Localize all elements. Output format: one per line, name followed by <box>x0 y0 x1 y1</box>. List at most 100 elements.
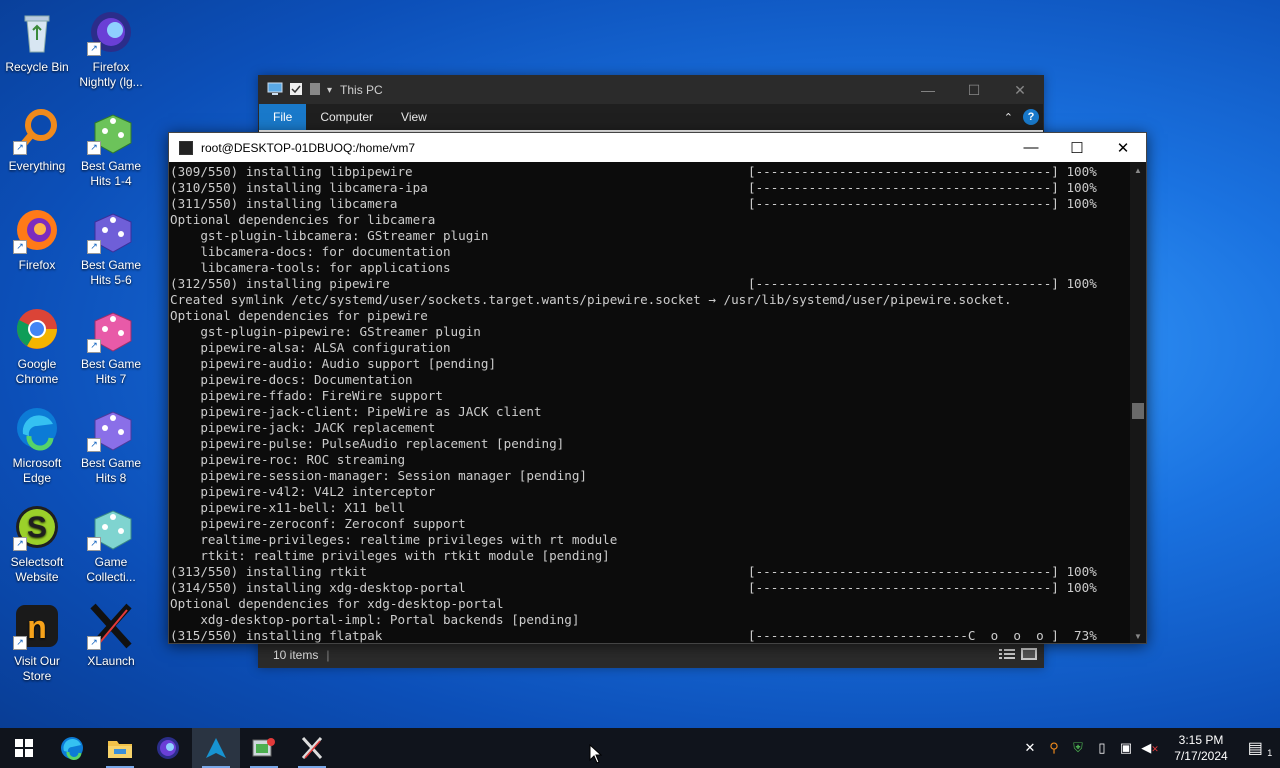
terminal-titlebar[interactable]: root@DESKTOP-01DBUOQ:/home/vm7 — ☐ ✕ <box>169 133 1146 162</box>
this-pc-icon <box>267 82 283 99</box>
firefox-nightly-icon: ↗ <box>87 8 135 56</box>
usb-device-icon[interactable]: ▯ <box>1090 740 1114 756</box>
progress-bar: [----------------------------C o o o ] 7… <box>748 628 1097 643</box>
desktop-icon-google-chrome[interactable]: Google Chrome <box>0 305 74 387</box>
scrollbar-thumb[interactable] <box>1132 403 1144 419</box>
desktop-icon-best-game-hits-8[interactable]: ↗ Best Game Hits 8 <box>74 404 148 486</box>
terminal-title: root@DESKTOP-01DBUOQ:/home/vm7 <box>201 140 416 155</box>
explorer-titlebar[interactable]: ▾ This PC — ☐ ✕ <box>259 76 1043 104</box>
terminal-line: realtime-privileges: realtime privileges… <box>170 532 1130 548</box>
taskbar-xlaunch[interactable] <box>288 728 336 768</box>
taskbar-terminal[interactable] <box>192 728 240 768</box>
everything-search-icon: ↗ <box>13 107 61 155</box>
network-icon[interactable]: ▣ <box>1114 740 1138 756</box>
desktop-icon-firefox-nightly[interactable]: ↗ Firefox Nightly (lg... <box>74 8 148 90</box>
terminal-line-text: libcamera-tools: for applications <box>170 260 451 275</box>
desktop-icon-visit-our-store[interactable]: n ↗ Visit Our Store <box>0 602 74 684</box>
terminal-line-text: (314/550) installing xdg-desktop-portal <box>170 580 466 595</box>
notification-center-button[interactable]: ▤ 1 <box>1240 738 1280 758</box>
everything-tray-icon[interactable]: ⚲ <box>1042 740 1066 756</box>
terminal-line: libcamera-docs: for documentation <box>170 244 1130 260</box>
system-tray: ✕ ⚲ ⛨ ▯ ▣ ◀✕ 3:15 PM 7/17/2024 ▤ 1 <box>1018 728 1280 768</box>
terminal-line: (312/550) installing pipewire [----------… <box>170 276 1130 292</box>
security-shield-icon[interactable]: ⛨ <box>1066 740 1090 756</box>
desktop-icon-microsoft-edge[interactable]: Microsoft Edge <box>0 404 74 486</box>
game-dice-icon: ↗ <box>87 206 135 254</box>
terminal-line-text: gst-plugin-libcamera: GStreamer plugin <box>170 228 489 243</box>
terminal-line: xdg-desktop-portal-impl: Portal backends… <box>170 612 1130 628</box>
taskbar-file-explorer[interactable] <box>96 728 144 768</box>
taskbar-edge[interactable] <box>48 728 96 768</box>
terminal-line: rtkit: realtime privileges with rtkit mo… <box>170 548 1130 564</box>
terminal-line: pipewire-roc: ROC streaming <box>170 452 1130 468</box>
terminal-line: (315/550) installing flatpak [-----------… <box>170 628 1130 643</box>
terminal-line-text: pipewire-pulse: PulseAudio replacement [… <box>170 436 565 451</box>
terminal-close-button[interactable]: ✕ <box>1100 139 1146 157</box>
explorer-title: This PC <box>340 83 383 97</box>
start-button[interactable] <box>0 728 48 768</box>
svg-text:S: S <box>27 511 47 544</box>
scroll-down-icon[interactable]: ▼ <box>1130 632 1146 641</box>
desktop-icon-game-collection[interactable]: ↗ Game Collecti... <box>74 503 148 585</box>
details-view-icon[interactable] <box>999 648 1015 663</box>
explorer-close-button[interactable]: ✕ <box>997 82 1043 99</box>
terminal-line-text: pipewire-zeroconf: Zeroconf support <box>170 516 466 531</box>
terminal-line: pipewire-pulse: PulseAudio replacement [… <box>170 436 1130 452</box>
desktop-icon-best-game-hits-1-4[interactable]: ↗ Best Game Hits 1-4 <box>74 107 148 189</box>
help-icon[interactable]: ? <box>1023 109 1039 125</box>
terminal-line: Optional dependencies for pipewire <box>170 308 1130 324</box>
xlaunch-tray-icon[interactable]: ✕ <box>1018 740 1042 756</box>
desktop-icon-firefox[interactable]: ↗ Firefox <box>0 206 74 273</box>
desktop-icon-best-game-hits-5-6[interactable]: ↗ Best Game Hits 5-6 <box>74 206 148 288</box>
terminal-line: pipewire-x11-bell: X11 bell <box>170 500 1130 516</box>
desktop-icon-xlaunch[interactable]: ↗ XLaunch <box>74 602 148 669</box>
taskbar-firefox-nightly[interactable] <box>144 728 192 768</box>
desktop-icon-everything[interactable]: ↗ Everything <box>0 107 74 174</box>
edge-icon <box>61 737 83 760</box>
selectsoft-icon: S ↗ <box>13 503 61 551</box>
properties-icon[interactable] <box>289 82 303 99</box>
desktop-icon-recycle-bin[interactable]: Recycle Bin <box>0 8 74 75</box>
terminal-line: (311/550) installing libcamera [---------… <box>170 196 1130 212</box>
mouse-cursor-icon <box>589 744 603 764</box>
game-dice-icon: ↗ <box>87 404 135 452</box>
taskbar-app[interactable] <box>240 728 288 768</box>
clock[interactable]: 3:15 PM 7/17/2024 <box>1162 732 1240 764</box>
explorer-ribbon: File Computer View ⌃ ? <box>259 104 1043 130</box>
terminal-minimize-button[interactable]: — <box>1008 139 1054 157</box>
terminal-line-text: (309/550) installing libpipewire <box>170 164 413 179</box>
scroll-up-icon[interactable]: ▲ <box>1130 166 1146 175</box>
terminal-maximize-button[interactable]: ☐ <box>1054 139 1100 157</box>
tab-file[interactable]: File <box>259 104 307 130</box>
progress-bar: [---------------------------------------… <box>748 276 1097 291</box>
expand-ribbon-icon[interactable]: ⌃ <box>1004 111 1013 124</box>
terminal-line-text: pipewire-ffado: FireWire support <box>170 388 443 403</box>
terminal-scrollbar[interactable]: ▲ ▼ <box>1130 162 1146 643</box>
volume-muted-icon[interactable]: ◀✕ <box>1138 740 1162 756</box>
desktop-icon-selectsoft-website[interactable]: S ↗ Selectsoft Website <box>0 503 74 585</box>
explorer-maximize-button[interactable]: ☐ <box>951 82 997 99</box>
terminal-line: gst-plugin-pipewire: GStreamer plugin <box>170 324 1130 340</box>
terminal-icon <box>179 140 193 155</box>
terminal-line: pipewire-ffado: FireWire support <box>170 388 1130 404</box>
explorer-minimize-button[interactable]: — <box>905 82 951 99</box>
large-icons-view-icon[interactable] <box>1021 647 1037 663</box>
clock-time: 3:15 PM <box>1178 733 1224 747</box>
tab-view[interactable]: View <box>387 104 441 130</box>
progress-bar: [---------------------------------------… <box>748 180 1097 195</box>
desktop-icon-best-game-hits-7[interactable]: ↗ Best Game Hits 7 <box>74 305 148 387</box>
terminal-window[interactable]: root@DESKTOP-01DBUOQ:/home/vm7 — ☐ ✕ (30… <box>168 132 1147 644</box>
store-icon: n ↗ <box>13 602 61 650</box>
terminal-line: (309/550) installing libpipewire [-------… <box>170 164 1130 180</box>
terminal-line-text: (310/550) installing libcamera-ipa <box>170 180 428 195</box>
progress-bar: [---------------------------------------… <box>748 564 1097 579</box>
terminal-line: pipewire-zeroconf: Zeroconf support <box>170 516 1130 532</box>
progress-bar: [---------------------------------------… <box>748 580 1097 595</box>
quick-access-dropdown-icon[interactable]: ▾ <box>327 85 332 96</box>
terminal-line-text: (313/550) installing rtkit <box>170 564 368 579</box>
new-folder-icon[interactable] <box>309 82 321 99</box>
tab-computer[interactable]: Computer <box>306 104 387 130</box>
terminal-line: (314/550) installing xdg-desktop-portal [… <box>170 580 1130 596</box>
terminal-output[interactable]: (309/550) installing libpipewire [-------… <box>169 162 1130 643</box>
notification-icon: ▤ <box>1247 740 1263 757</box>
